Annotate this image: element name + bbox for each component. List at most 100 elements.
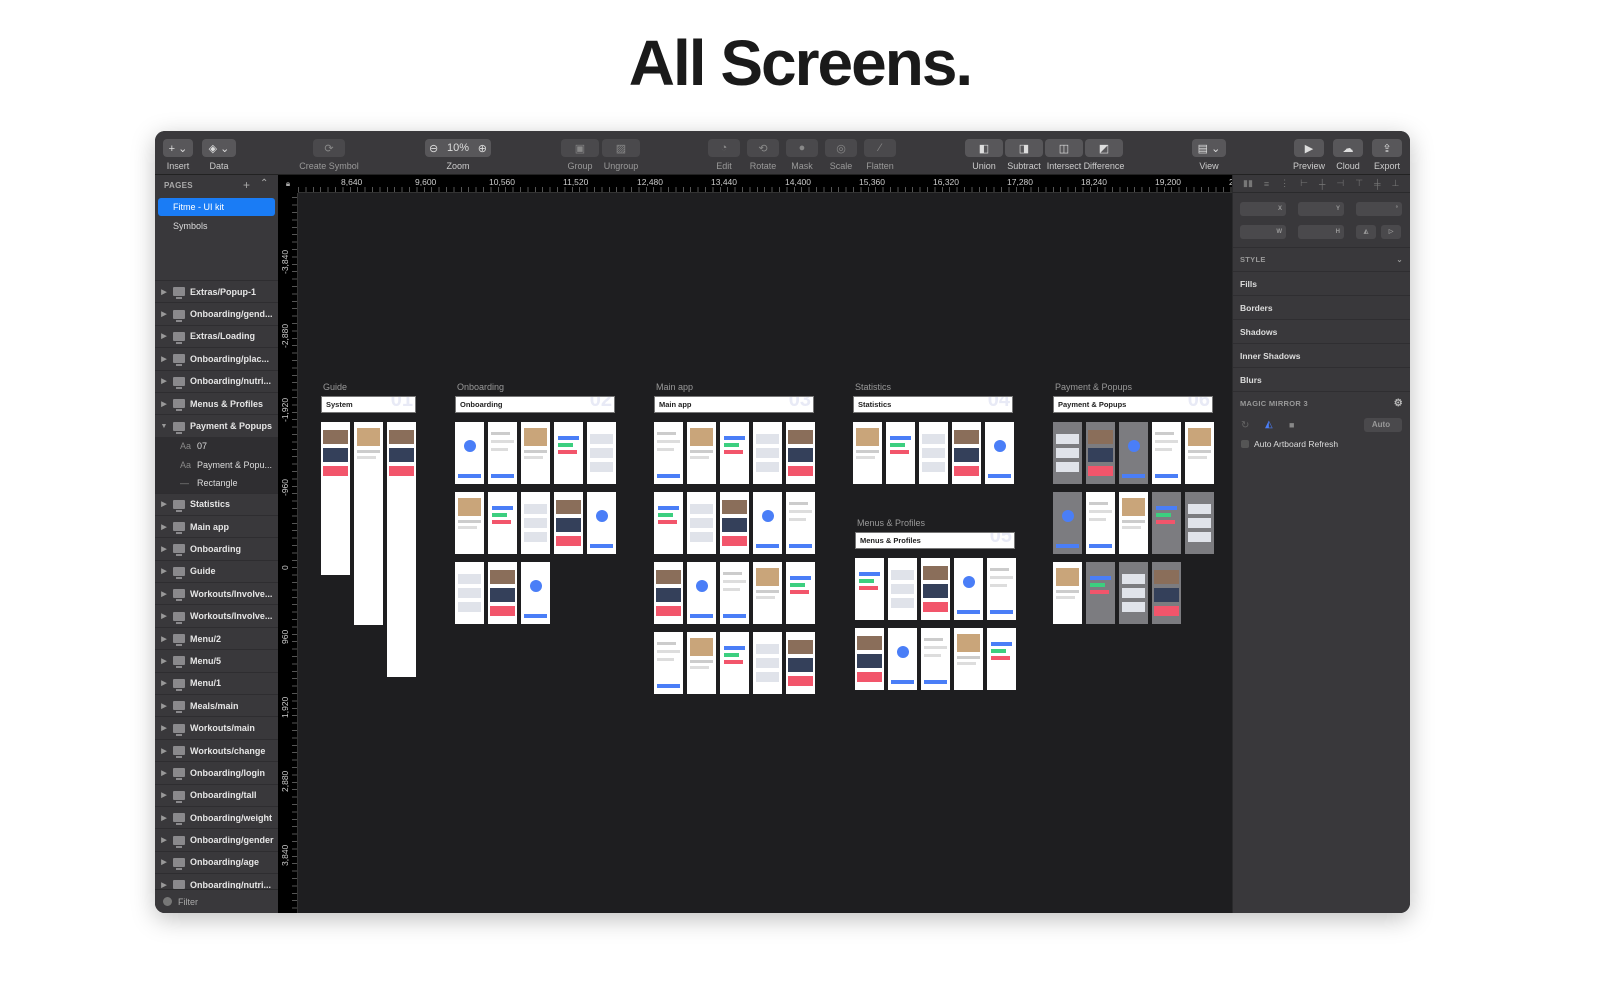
artboard-screen[interactable]: [321, 422, 350, 575]
disclosure-closed-icon[interactable]: ▶: [155, 545, 173, 553]
flip-vertical-icon[interactable]: ▷: [1381, 225, 1401, 239]
layer-artboard[interactable]: ▶ Meals/main: [155, 694, 278, 716]
mirror-icon[interactable]: ◭: [1265, 419, 1273, 430]
artboard-screen[interactable]: [952, 422, 981, 484]
chevron-down-icon[interactable]: ⌄: [1396, 248, 1403, 272]
artboard-screen[interactable]: [387, 422, 416, 677]
artboard-screen[interactable]: [654, 632, 683, 694]
artboard-screen[interactable]: [954, 628, 983, 690]
artboard-screen[interactable]: [786, 422, 815, 484]
disclosure-closed-icon[interactable]: ▶: [155, 724, 173, 732]
auto-refresh-checkbox[interactable]: Auto Artboard Refresh: [1241, 439, 1338, 449]
artboard-screen[interactable]: [921, 628, 950, 690]
artboard-screen[interactable]: [687, 562, 716, 624]
data-button[interactable]: ◈ ⌄: [202, 139, 236, 157]
artboard-screen[interactable]: [1152, 422, 1181, 484]
artboard-screen[interactable]: [521, 492, 550, 554]
disclosure-closed-icon[interactable]: ▶: [155, 567, 173, 575]
disclosure-closed-icon[interactable]: ▶: [155, 881, 173, 889]
artboard-screen[interactable]: [753, 492, 782, 554]
artboard-screen[interactable]: [720, 632, 749, 694]
artboard-screen[interactable]: [654, 422, 683, 484]
subtract-button[interactable]: ◨: [1005, 139, 1043, 157]
x-field[interactable]: X: [1240, 202, 1286, 216]
artboard-screen[interactable]: [1152, 492, 1181, 554]
artboard-screen[interactable]: [786, 492, 815, 554]
artboard-screen[interactable]: [921, 558, 950, 620]
artboard-screen[interactable]: [853, 422, 882, 484]
artboard-screen[interactable]: [888, 558, 917, 620]
flatten-button[interactable]: ⁄: [864, 139, 896, 157]
disclosure-closed-icon[interactable]: ▶: [155, 657, 173, 665]
cloud-button[interactable]: ☁: [1333, 139, 1363, 157]
artboard-screen[interactable]: [1119, 422, 1148, 484]
borders-section[interactable]: Borders: [1233, 295, 1410, 319]
layer-artboard[interactable]: ▶ Workouts/Involve...: [155, 604, 278, 626]
zoom-control[interactable]: ⊖ 10% ⊕: [425, 139, 491, 157]
layer-artboard[interactable]: ▶ Extras/Popup-1: [155, 280, 278, 302]
layer-child[interactable]: — Rectangle: [155, 473, 278, 493]
layer-artboard[interactable]: ▶ Menus & Profiles: [155, 391, 278, 414]
artboard-screen[interactable]: [488, 492, 517, 554]
artboard-screen[interactable]: [1185, 492, 1214, 554]
zoom-in-icon[interactable]: ⊕: [478, 142, 487, 155]
artboard-screen[interactable]: [753, 562, 782, 624]
artboard-header[interactable]: Main app 03: [654, 396, 814, 413]
disclosure-closed-icon[interactable]: ▶: [155, 400, 173, 408]
artboard-screen[interactable]: [985, 422, 1014, 484]
artboard-screen[interactable]: [720, 492, 749, 554]
ungroup-button[interactable]: ▨: [602, 139, 640, 157]
artboard-header[interactable]: Statistics 04: [853, 396, 1013, 413]
artboard-header[interactable]: Onboarding 02: [455, 396, 615, 413]
edit-button[interactable]: ◔: [708, 139, 740, 157]
artboard-screen[interactable]: [987, 628, 1016, 690]
artboard-screen[interactable]: [919, 422, 948, 484]
refresh-icon[interactable]: ↻: [1241, 420, 1249, 431]
style-section[interactable]: STYLE ⌄: [1233, 247, 1410, 271]
layer-artboard[interactable]: ▶ Main app: [155, 514, 278, 537]
layer-artboard[interactable]: ▶ Workouts/change: [155, 738, 278, 761]
artboard-screen[interactable]: [786, 632, 815, 694]
layer-artboard[interactable]: ▶ Onboarding/age: [155, 850, 278, 873]
disclosure-closed-icon[interactable]: ▶: [155, 635, 173, 643]
artboard-header[interactable]: Payment & Popups 06: [1053, 396, 1213, 413]
rotate-artboard-icon[interactable]: ■: [1289, 420, 1294, 430]
layer-artboard[interactable]: ▶ Onboarding/plac...: [155, 347, 278, 369]
export-button[interactable]: ⇪: [1372, 139, 1402, 157]
disclosure-closed-icon[interactable]: ▶: [155, 310, 173, 318]
artboard-screen[interactable]: [554, 492, 583, 554]
flip-horizontal-icon[interactable]: ◭: [1356, 225, 1376, 239]
artboard-screen[interactable]: [554, 422, 583, 484]
disclosure-closed-icon[interactable]: ▶: [155, 679, 173, 687]
view-button[interactable]: ▤ ⌄: [1192, 139, 1226, 157]
create-symbol-button[interactable]: ⟳: [313, 139, 345, 157]
layer-child[interactable]: Aa 07: [155, 436, 278, 456]
height-field[interactable]: H: [1298, 225, 1344, 239]
artboard-screen[interactable]: [455, 422, 484, 484]
auto-select[interactable]: Auto: [1364, 418, 1402, 432]
artboard-screen[interactable]: [888, 628, 917, 690]
page-symbols[interactable]: Symbols: [158, 217, 275, 235]
layer-artboard[interactable]: ▶ Guide: [155, 559, 278, 582]
disclosure-open-icon[interactable]: ▼: [155, 423, 173, 430]
artboard-screen[interactable]: [786, 562, 815, 624]
layer-artboard[interactable]: ▼ Payment & Popups: [155, 414, 278, 436]
fills-section[interactable]: Fills: [1233, 271, 1410, 295]
collapse-chevron-icon[interactable]: ⌃: [260, 178, 268, 189]
artboard-screen[interactable]: [1119, 562, 1148, 624]
layer-artboard[interactable]: ▶ Workouts/main: [155, 716, 278, 738]
disclosure-closed-icon[interactable]: ▶: [155, 288, 173, 296]
artboard-screen[interactable]: [654, 562, 683, 624]
artboard-screen[interactable]: [987, 558, 1016, 620]
lock-icon[interactable]: 🔒︎: [278, 175, 298, 193]
artboard-screen[interactable]: [720, 422, 749, 484]
union-button[interactable]: ◧: [965, 139, 1003, 157]
layer-artboard[interactable]: ▶ Onboarding/gender: [155, 828, 278, 850]
layer-artboard[interactable]: ▶ Menu/2: [155, 626, 278, 649]
artboard-screen[interactable]: [587, 492, 616, 554]
disclosure-closed-icon[interactable]: ▶: [155, 814, 173, 822]
width-field[interactable]: W: [1240, 225, 1286, 239]
artboard-screen[interactable]: [687, 422, 716, 484]
disclosure-closed-icon[interactable]: ▶: [155, 836, 173, 844]
intersect-button[interactable]: ◫: [1045, 139, 1083, 157]
